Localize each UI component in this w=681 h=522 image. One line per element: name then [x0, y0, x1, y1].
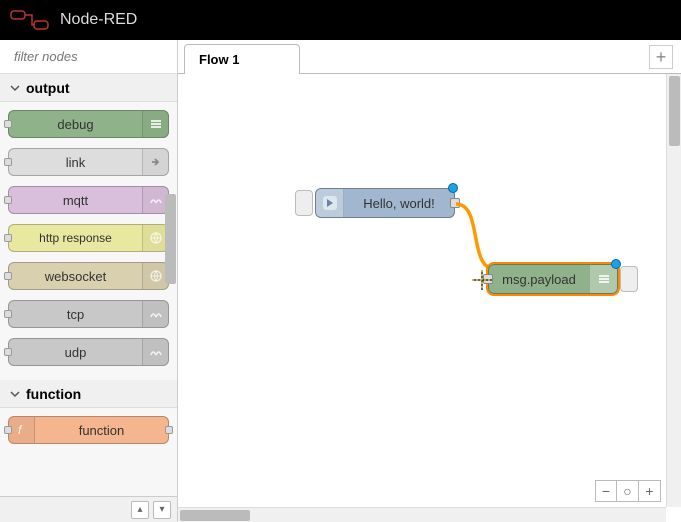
palette-node-udp[interactable]: udp — [8, 338, 169, 366]
canvas-h-scrollbar[interactable] — [178, 507, 666, 522]
palette-footer: ▴ ▾ — [0, 496, 177, 522]
bridge-icon — [142, 301, 168, 327]
collapse-all-button[interactable]: ▴ — [131, 501, 149, 519]
palette-list[interactable]: output debug link mqtt http response web… — [0, 74, 177, 496]
add-tab-button[interactable]: + — [649, 45, 673, 69]
inject-icon — [316, 189, 344, 217]
palette-node-tcp[interactable]: tcp — [8, 300, 169, 328]
tab-bar: Flow 1 + — [178, 40, 681, 74]
category-header-output[interactable]: output — [0, 74, 177, 102]
category-label: output — [26, 80, 70, 96]
category-label: function — [26, 386, 81, 402]
svg-text:f: f — [18, 423, 23, 437]
expand-all-button[interactable]: ▾ — [153, 501, 171, 519]
zoom-out-button[interactable]: − — [595, 480, 617, 502]
workspace: Flow 1 + Hello, world! — [178, 40, 681, 522]
chevron-down-icon — [10, 83, 20, 93]
palette-node-function[interactable]: ffunction — [8, 416, 169, 444]
flow-node-inject[interactable]: Hello, world! — [315, 188, 455, 218]
debug-icon — [589, 265, 617, 293]
logo-icon — [10, 10, 50, 30]
palette-search-row — [0, 40, 177, 74]
canvas-v-scrollbar[interactable] — [666, 74, 681, 507]
app-header: Node-RED — [0, 0, 681, 40]
changed-indicator-icon — [448, 183, 458, 193]
chevron-down-icon — [10, 389, 20, 399]
palette-sidebar: output debug link mqtt http response web… — [0, 40, 178, 522]
palette-scrollbar[interactable] — [165, 194, 176, 284]
palette-node-debug[interactable]: debug — [8, 110, 169, 138]
zoom-reset-button[interactable]: ○ — [617, 480, 639, 502]
node-input-port[interactable] — [483, 274, 493, 284]
palette-search-input[interactable] — [14, 49, 192, 64]
zoom-in-button[interactable]: + — [639, 480, 661, 502]
function-icon: f — [9, 417, 35, 443]
canvas-viewport[interactable]: Hello, world! msg.payload — [178, 74, 681, 522]
tab-flow-1[interactable]: Flow 1 — [184, 44, 300, 74]
bridge-icon — [142, 339, 168, 365]
palette-node-http-response[interactable]: http response — [8, 224, 169, 252]
zoom-controls: − ○ + — [595, 480, 661, 502]
debug-icon — [142, 111, 168, 137]
debug-button-stub[interactable] — [620, 266, 638, 292]
category-header-function[interactable]: function — [0, 380, 177, 408]
link-icon — [142, 149, 168, 175]
palette-node-link[interactable]: link — [8, 148, 169, 176]
inject-button-stub[interactable] — [295, 190, 313, 216]
palette-node-websocket[interactable]: websocket — [8, 262, 169, 290]
app-title: Node-RED — [60, 11, 137, 29]
flow-node-debug[interactable]: msg.payload — [488, 264, 618, 294]
node-output-port[interactable] — [450, 198, 460, 208]
palette-node-mqtt[interactable]: mqtt — [8, 186, 169, 214]
